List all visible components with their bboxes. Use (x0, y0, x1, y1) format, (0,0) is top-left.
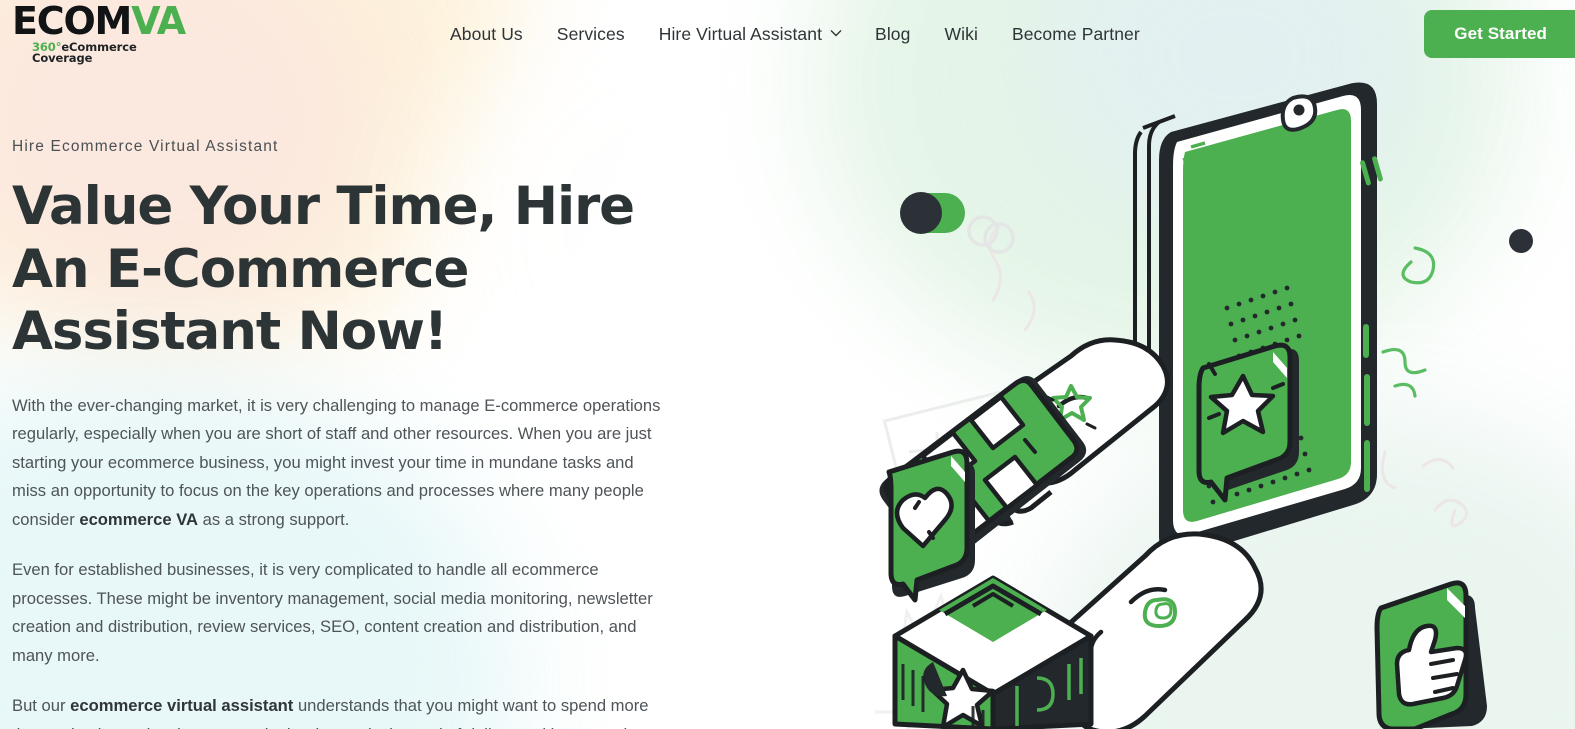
chevron-down-icon (830, 27, 842, 38)
toggle-switch (900, 192, 965, 234)
logo[interactable]: ECOMVA 360°eCommerce Coverage (12, 2, 186, 65)
nav-item-blog[interactable]: Blog (875, 24, 910, 45)
package-box (892, 575, 1094, 729)
nav-label: Services (556, 24, 625, 44)
landing-page: ECOMVA 360°eCommerce Coverage About Us S… (0, 0, 1575, 729)
thumbs-up-bubble (1374, 580, 1487, 729)
page-title: Value Your Time, Hire An E-Commerce Assi… (12, 176, 635, 363)
hero-eyebrow: Hire Ecommerce Virtual Assistant (12, 138, 279, 155)
logo-wordmark: ECOMVA (12, 2, 186, 40)
nav-item-hire-virtual-assistant[interactable]: Hire Virtual Assistant (658, 24, 842, 45)
hero-paragraph-3: But our ecommerce virtual assistant unde… (12, 696, 659, 729)
nav-label: Hire Virtual Assistant (658, 24, 823, 44)
nav-label: Become Partner (1011, 24, 1140, 44)
hero-illustration (875, 0, 1575, 729)
logo-tagline: 360°eCommerce Coverage (32, 41, 174, 65)
nav-item-services[interactable]: Services (557, 24, 625, 45)
nav-item-about-us[interactable]: About Us (450, 24, 523, 45)
heart-bubble (886, 448, 975, 603)
nav-item-become-partner[interactable]: Become Partner (1012, 24, 1140, 45)
get-started-button[interactable]: Get Started (1424, 10, 1575, 58)
logo-wordmark-green: VA (131, 0, 186, 44)
phone-volume-buttons (1363, 324, 1370, 492)
hero-section: Hire Ecommerce Virtual Assistant Value Y… (12, 138, 712, 729)
green-squiggle-doodles (1381, 246, 1436, 398)
phone-camera (1280, 94, 1318, 132)
site-header: ECOMVA 360°eCommerce Coverage About Us S… (0, 0, 1575, 69)
nav-label: Blog (875, 24, 911, 44)
hero-paragraph-1: With the ever-changing market, it is ver… (12, 395, 661, 529)
main-navigation: About Us Services Hire Virtual Assistant… (450, 24, 1140, 45)
nav-label: About Us (450, 24, 523, 44)
hero-paragraph-2: Even for established businesses, it is v… (12, 560, 653, 665)
logo-wordmark-dark: ECOM (12, 0, 132, 44)
nav-item-wiki[interactable]: Wiki (944, 24, 977, 45)
dot-accent (1509, 229, 1533, 253)
nav-label: Wiki (944, 24, 978, 44)
